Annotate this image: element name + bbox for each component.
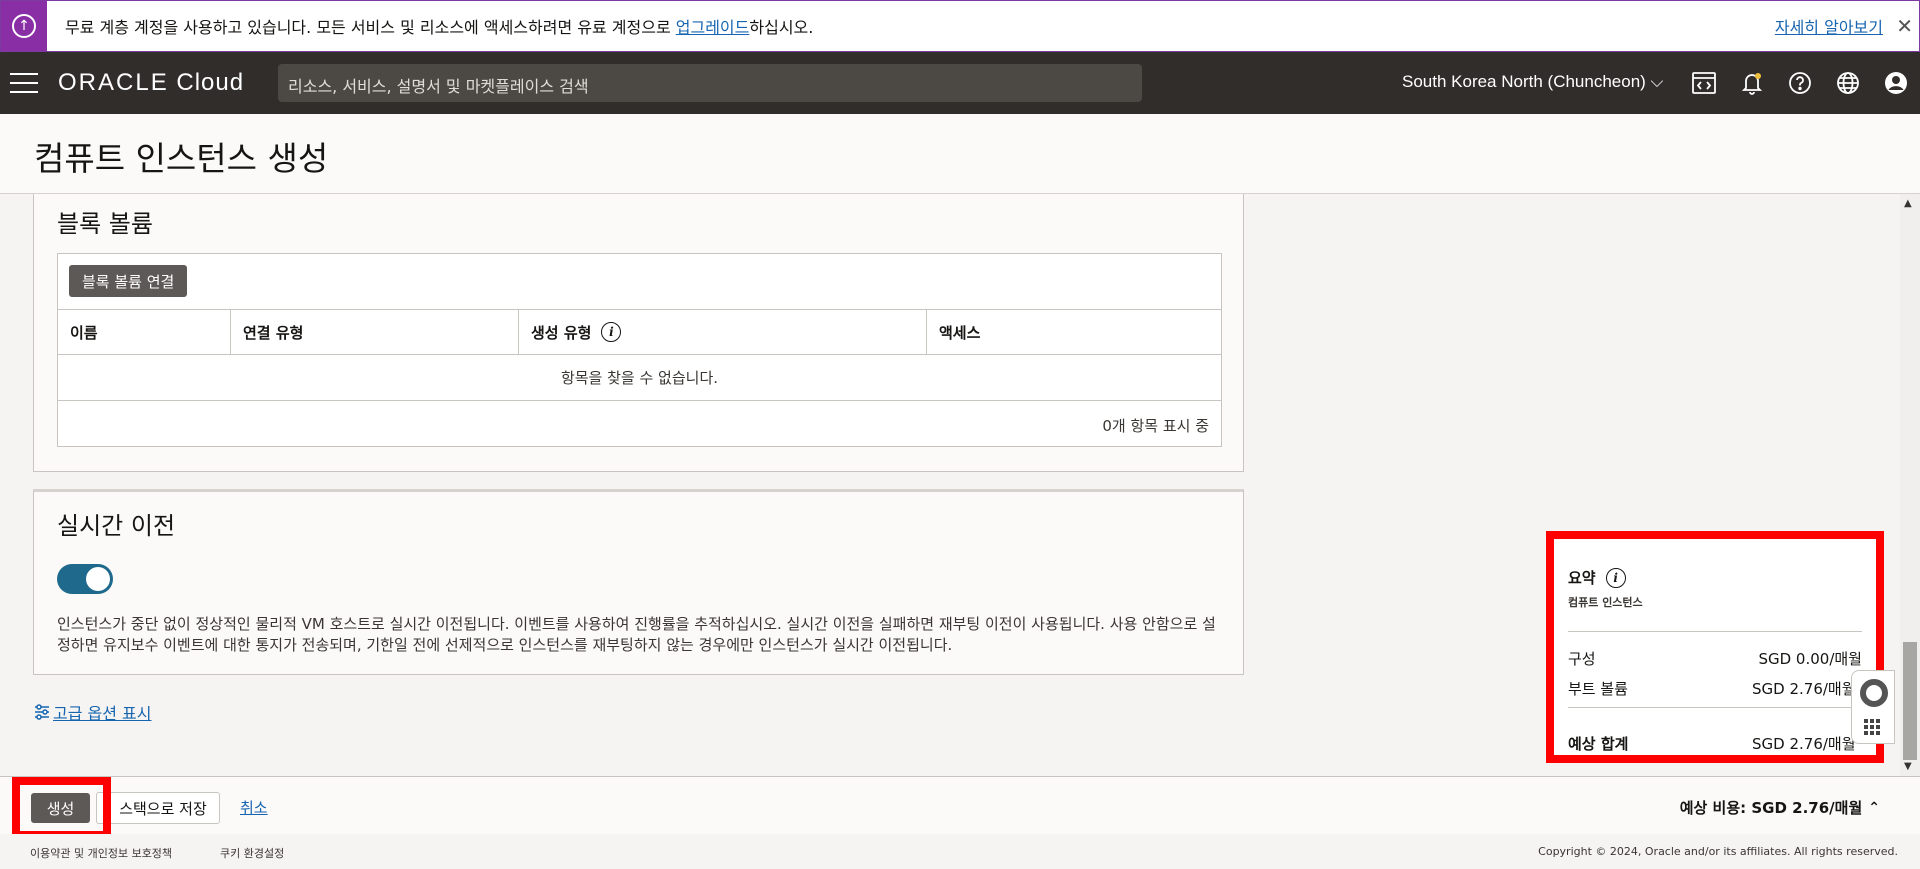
region-selector[interactable]: South Korea North (Chuncheon) ⌵ — [1402, 72, 1663, 92]
logo-cloud: Cloud — [168, 69, 245, 96]
copyright-text: Copyright © 2024, Oracle and/or its affi… — [1538, 845, 1898, 858]
logo-oracle: ORACLE — [58, 69, 169, 96]
upgrade-link[interactable]: 업그레이드 — [676, 18, 750, 37]
estimated-cost-label: 예상 비용: SGD 2.76/매월 — [1679, 799, 1863, 817]
summary-row-value: SGD 2.76/매월 — [1752, 680, 1856, 698]
show-advanced-options-link[interactable]: 고급 옵션 표시 — [33, 700, 152, 724]
attach-block-volume-button[interactable]: 블록 볼륨 연결 — [69, 265, 188, 297]
banner-message: 무료 계층 계정을 사용하고 있습니다. 모든 서비스 및 리소스에 액세스하려… — [65, 14, 813, 38]
summary-subtitle: 컴퓨트 인스턴스 — [1568, 596, 1643, 609]
summary-row-boot-volume: 부트 볼륨 SGD 2.76/매월 — [1568, 678, 1862, 699]
live-migration-toggle[interactable] — [57, 564, 113, 594]
live-migration-title: 실시간 이전 — [57, 512, 176, 540]
summary-row-label: 구성 — [1568, 650, 1596, 668]
summary-total-label: 예상 합계 — [1568, 735, 1629, 753]
column-header-access[interactable]: 액세스 — [927, 310, 1221, 354]
close-icon[interactable]: ✕ — [1896, 14, 1913, 38]
help-widget[interactable] — [1851, 670, 1895, 744]
info-icon[interactable]: i — [601, 322, 622, 342]
summary-title: 요약 i — [1568, 567, 1626, 588]
block-volume-title: 블록 볼륨 — [57, 210, 153, 238]
summary-row-value: SGD 0.00/매월 — [1758, 650, 1862, 668]
action-bar: 스택으로 저장 생성 취소 예상 비용: SGD 2.76/매월 ⌃ — [0, 776, 1920, 839]
scroll-down-arrow-icon[interactable]: ▼ — [1904, 761, 1912, 772]
scrollbar-thumb[interactable] — [1903, 642, 1917, 760]
oracle-cloud-logo[interactable]: ORACLE Cloud — [58, 69, 244, 97]
empty-table-message: 항목을 찾을 수 없습니다. — [58, 355, 1221, 401]
top-navigation-bar: ORACLE Cloud 리소스, 서비스, 설명서 및 마켓플레이스 검색 S… — [0, 52, 1920, 114]
chevron-down-icon: ⌵ — [1650, 72, 1664, 91]
divider — [1568, 631, 1862, 632]
upgrade-arrow-icon: ↑ — [12, 14, 36, 38]
footer: 이용약관 및 개인정보 보호정책 쿠키 환경설정 Copyright © 202… — [0, 834, 1920, 869]
summary-row-shape: 구성 SGD 0.00/매월 — [1568, 648, 1862, 669]
learn-more-link[interactable]: 자세히 알아보기 — [1775, 14, 1883, 38]
terms-privacy-link[interactable]: 이용약관 및 개인정보 보호정책 — [30, 845, 172, 861]
code-editor-icon[interactable] — [1680, 52, 1728, 114]
summary-panel: 요약 i 컴퓨트 인스턴스 구성 SGD 0.00/매월 부트 볼륨 SGD 2.… — [1546, 531, 1884, 763]
summary-row-label: 부트 볼륨 — [1568, 680, 1628, 698]
user-profile-icon[interactable] — [1872, 52, 1920, 114]
help-icon[interactable] — [1776, 52, 1824, 114]
region-label: South Korea North (Chuncheon) — [1402, 72, 1646, 91]
cancel-link[interactable]: 취소 — [240, 797, 268, 818]
page-scrollbar[interactable]: ▲ ▼ — [1900, 194, 1920, 776]
estimated-cost-toggle[interactable]: 예상 비용: SGD 2.76/매월 ⌃ — [1680, 797, 1880, 818]
notifications-bell-icon[interactable] — [1728, 52, 1776, 114]
create-button[interactable]: 생성 — [31, 793, 90, 823]
advanced-options-label: 고급 옵션 표시 — [53, 704, 152, 723]
live-migration-description: 인스턴스가 중단 없이 정상적인 물리적 VM 호스트로 실시간 이전됩니다. … — [57, 615, 1216, 654]
sliders-icon — [35, 704, 49, 720]
column-header-name[interactable]: 이름 — [58, 310, 231, 354]
chevron-up-icon: ⌃ — [1868, 799, 1880, 816]
lifebuoy-icon[interactable] — [1860, 679, 1888, 707]
summary-total-row: 예상 합계 SGD 2.76/매월 — [1568, 733, 1862, 754]
summary-total-value: SGD 2.76/매월 — [1752, 735, 1856, 753]
live-migration-section: 실시간 이전 인스턴스가 중단 없이 정상적인 물리적 VM 호스트로 실시간 … — [33, 489, 1244, 675]
block-volume-section: 블록 볼륨 블록 볼륨 연결 이름 연결 유형 생성 유형 i 액세스 항목을 찾… — [33, 194, 1244, 472]
save-as-stack-button[interactable]: 스택으로 저장 — [96, 792, 220, 824]
block-volume-table: 블록 볼륨 연결 이름 연결 유형 생성 유형 i 액세스 항목을 찾을 수 없습… — [57, 253, 1222, 447]
info-icon[interactable]: i — [1605, 567, 1626, 588]
free-tier-banner: ↑ 무료 계층 계정을 사용하고 있습니다. 모든 서비스 및 리소스에 액세스… — [0, 0, 1920, 52]
banner-icon-area: ↑ — [1, 1, 47, 51]
item-count: 0개 항목 표시 중 — [1102, 417, 1209, 435]
scroll-up-arrow-icon[interactable]: ▲ — [1904, 198, 1912, 209]
divider — [1568, 707, 1862, 708]
banner-text-after: 하십시오. — [749, 18, 814, 37]
column-header-attachment-type[interactable]: 연결 유형 — [231, 310, 519, 354]
cookie-preferences-link[interactable]: 쿠키 환경설정 — [220, 845, 284, 861]
table-header: 이름 연결 유형 생성 유형 i 액세스 — [58, 309, 1221, 355]
page-title: 컴퓨트 인스턴스 생성 — [34, 139, 329, 178]
language-globe-icon[interactable] — [1824, 52, 1872, 114]
banner-text-before: 무료 계층 계정을 사용하고 있습니다. 모든 서비스 및 리소스에 액세스하려… — [65, 18, 676, 37]
page-header: 컴퓨트 인스턴스 생성 — [0, 114, 1920, 194]
hamburger-menu-icon[interactable] — [10, 73, 38, 93]
column-header-created-type[interactable]: 생성 유형 i — [519, 310, 927, 354]
search-input[interactable]: 리소스, 서비스, 설명서 및 마켓플레이스 검색 — [278, 64, 1142, 102]
apps-grid-icon[interactable] — [1864, 719, 1880, 735]
